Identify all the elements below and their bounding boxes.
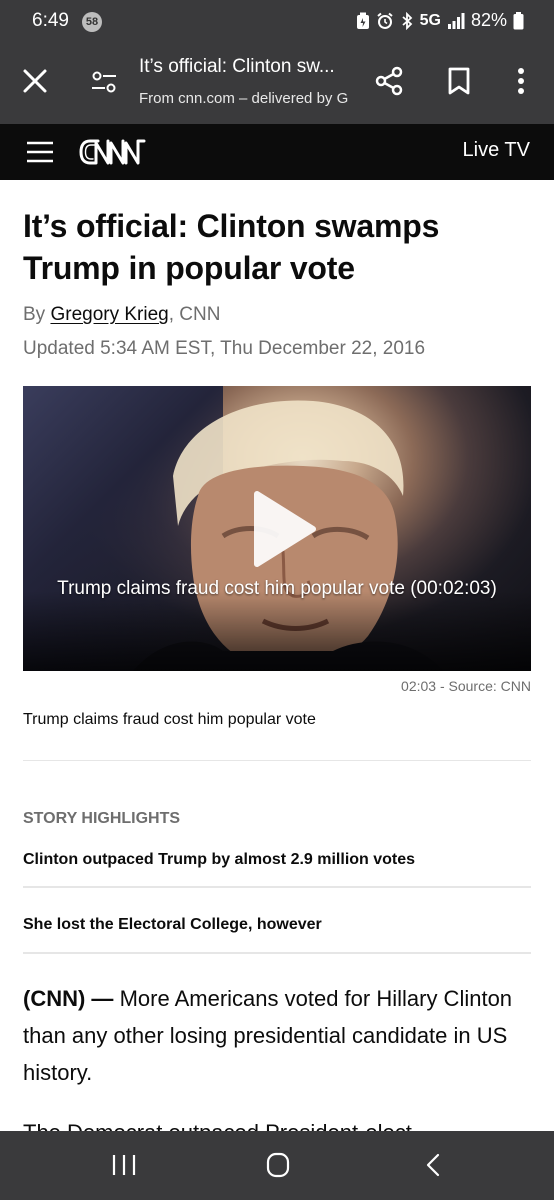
- video-caption: Trump claims fraud cost him popular vote: [23, 711, 316, 728]
- alarm-icon: [376, 12, 394, 30]
- byline-outlet: , CNN: [168, 304, 221, 325]
- highlight-item: She lost the Electoral College, however: [23, 916, 322, 933]
- home-icon[interactable]: [258, 1149, 298, 1181]
- cnn-logo[interactable]: [78, 132, 150, 172]
- author-link[interactable]: Gregory Krieg: [50, 304, 168, 325]
- video-gradient: [23, 591, 531, 671]
- video-overlay-title: Trump claims fraud cost him popular vote…: [57, 578, 497, 599]
- status-icons: 5G 82%: [356, 10, 524, 31]
- bluetooth-icon: [400, 11, 414, 30]
- system-nav-bar: [0, 1131, 554, 1200]
- hamburger-icon[interactable]: [26, 140, 54, 164]
- battery-icon: [513, 11, 524, 30]
- page-title[interactable]: It’s official: Clinton sw...: [139, 56, 359, 78]
- saver-icon: [356, 12, 370, 30]
- byline: By Gregory Krieg, CNN: [23, 304, 220, 326]
- more-vert-icon[interactable]: [508, 66, 534, 96]
- live-tv-link[interactable]: Live TV: [463, 139, 530, 162]
- share-icon[interactable]: [374, 66, 404, 96]
- video-player[interactable]: Trump claims fraud cost him popular vote…: [23, 386, 531, 671]
- notification-count-badge: 58: [82, 12, 102, 32]
- status-time: 6:49: [32, 10, 69, 31]
- close-icon[interactable]: [20, 66, 50, 96]
- divider: [23, 760, 531, 761]
- network-type: 5G: [419, 11, 441, 29]
- signal-icon: [447, 12, 465, 29]
- tune-icon[interactable]: [90, 68, 118, 96]
- video-duration-source: 02:03 - Source: CNN: [401, 678, 531, 694]
- highlights-title: STORY HIGHLIGHTS: [23, 810, 181, 827]
- article-headline: It’s official: Clinton swamps Trump in p…: [23, 208, 440, 286]
- play-icon[interactable]: [235, 484, 325, 574]
- recents-icon[interactable]: [104, 1149, 144, 1181]
- byline-prefix: By: [23, 304, 46, 325]
- back-icon[interactable]: [414, 1149, 454, 1181]
- highlight-item: Clinton outpaced Trump by almost 2.9 mil…: [23, 851, 416, 868]
- battery-level: 82%: [470, 10, 507, 30]
- status-bar: 6:49 58 5G 82%: [0, 0, 554, 44]
- divider: [23, 952, 531, 954]
- updated-timestamp: Updated 5:34 AM EST, Thu December 22, 20…: [23, 338, 426, 359]
- divider: [23, 886, 531, 888]
- dateline: (CNN) —: [23, 986, 114, 1011]
- browser-toolbar: It’s official: Clinton sw... From cnn.co…: [0, 44, 554, 124]
- lead-paragraph: (CNN) — More Americans voted for Hillary…: [23, 980, 531, 1091]
- page-source: From cnn.com – delivered by G: [139, 90, 349, 107]
- bookmark-icon[interactable]: [446, 66, 472, 96]
- site-header: Live TV: [0, 124, 554, 180]
